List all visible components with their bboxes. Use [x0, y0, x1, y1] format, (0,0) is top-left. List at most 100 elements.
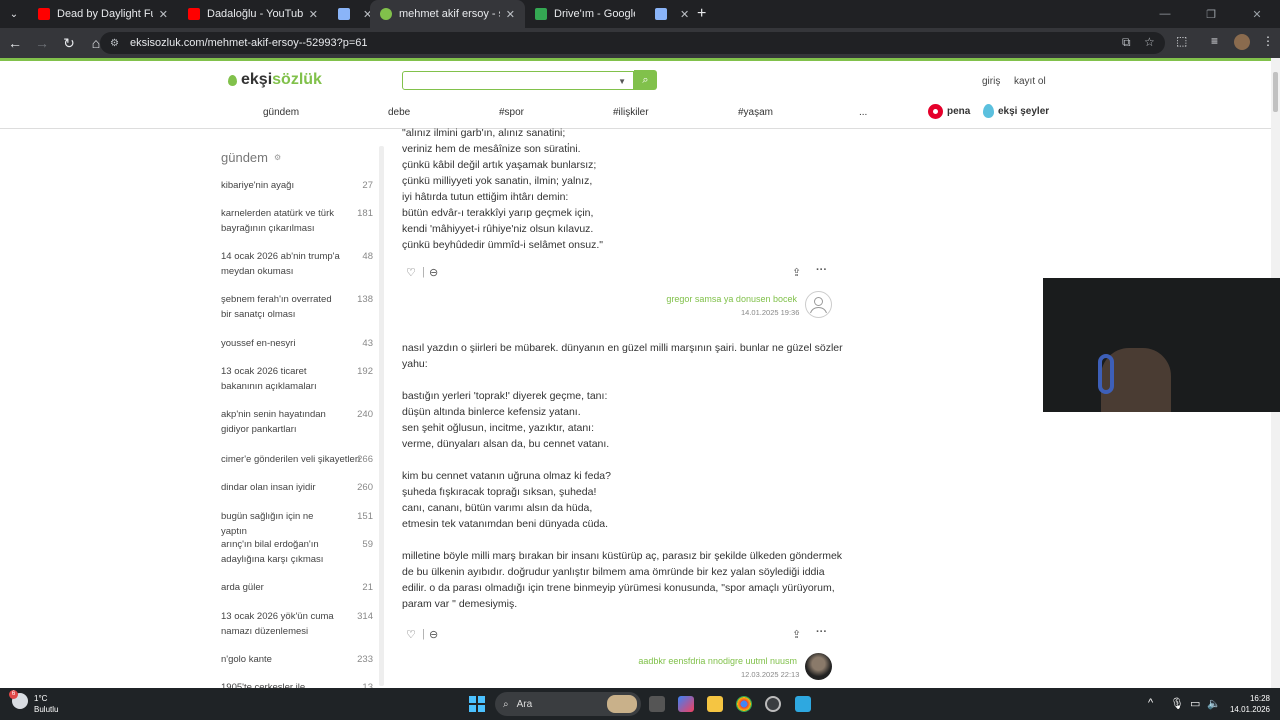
nav-spor[interactable]: #spor: [499, 107, 524, 118]
scrollbar-thumb[interactable]: [1273, 72, 1278, 112]
tab-pinned-1[interactable]: ✕: [328, 0, 372, 28]
sidebar-title: gündem: [221, 150, 268, 165]
notepad-icon[interactable]: [795, 696, 811, 712]
tab-dadaloglu[interactable]: Dadaloğlu - YouTube ✕: [178, 0, 328, 28]
extensions-icon[interactable]: ⬚: [1176, 34, 1187, 48]
topic-title: bugün sağlığın için ne yaptın: [221, 511, 314, 537]
sidebar-topic[interactable]: arda güler 21: [221, 580, 376, 595]
minimize-icon[interactable]: —: [1142, 0, 1188, 28]
taskbar-search[interactable]: ⌕ Ara: [495, 692, 641, 716]
search-highlight-image: [607, 695, 637, 713]
nav-more[interactable]: ...: [859, 107, 867, 118]
sidebar-topic[interactable]: youssef en-nesyri 43: [221, 336, 376, 351]
favorite-heart-icon[interactable]: ♡: [406, 628, 416, 641]
reload-icon[interactable]: ↻: [57, 35, 81, 52]
more-options-icon[interactable]: ···: [816, 264, 827, 276]
bookmark-star-icon[interactable]: ☆: [1144, 35, 1155, 49]
copilot-icon[interactable]: [678, 696, 694, 712]
back-arrow-icon[interactable]: ←: [3, 35, 27, 51]
close-icon[interactable]: ✕: [506, 8, 515, 21]
login-link[interactable]: giriş: [982, 76, 1000, 87]
sidebar-scrollbar[interactable]: [379, 146, 384, 686]
more-options-icon[interactable]: ···: [816, 626, 827, 638]
sidebar-topic[interactable]: arınç'ın bilal erdoğan'ın adaylığına kar…: [221, 537, 376, 567]
sidebar-topic[interactable]: şebnem ferah'ın overrated bir sanatçı ol…: [221, 292, 376, 322]
profile-avatar[interactable]: [1234, 34, 1250, 50]
url-text[interactable]: eksisozluk.com/mehmet-akif-ersoy--52993?…: [130, 37, 368, 49]
downvote-icon[interactable]: ⊖: [429, 628, 438, 641]
steam-icon[interactable]: [765, 696, 781, 712]
sidebar-topic[interactable]: 1905'te çerkesler ile samuraylarin 13: [221, 680, 376, 688]
nav-iliskiler[interactable]: #ilişkiler: [613, 107, 649, 118]
eksi-seyler-link[interactable]: ekşi şeyler: [983, 104, 1049, 118]
cloud-icon: 6: [9, 690, 28, 709]
site-info-icon[interactable]: ⚙: [110, 38, 124, 49]
sidebar-topic[interactable]: 13 ocak 2026 ticaret bakanının açıklamal…: [221, 364, 376, 394]
install-app-icon[interactable]: ⧉: [1122, 35, 1131, 50]
forward-arrow-icon[interactable]: →: [30, 35, 54, 51]
tab-eksisozluk[interactable]: mehmet akif ersoy - sayfa 61 - ✕: [370, 0, 525, 28]
sidebar-topic[interactable]: kibariye'nin ayağı 27: [221, 178, 376, 193]
new-tab-plus-icon[interactable]: +: [697, 5, 706, 23]
tray-overflow-icon[interactable]: ^: [1148, 697, 1153, 709]
chrome-icon[interactable]: [736, 696, 752, 712]
system-clock[interactable]: 16:28 14.01.2026: [1222, 693, 1270, 715]
signup-link[interactable]: kayıt ol: [1014, 76, 1046, 87]
microphone-icon[interactable]: 🎙: [1170, 697, 1184, 710]
site-logo[interactable]: ekşi sözlük: [228, 71, 322, 89]
sidebar-topic[interactable]: akp'nin senin hayatından gidiyor pankart…: [221, 407, 376, 437]
topic-title: 13 ocak 2026 ticaret bakanının açıklamal…: [221, 366, 317, 392]
author-avatar[interactable]: [805, 291, 832, 318]
sidebar-topic[interactable]: cimer'e gönderilen veli şikayetleri 266: [221, 452, 376, 467]
search-dropdown-icon[interactable]: ▼: [618, 77, 626, 86]
nav-debe[interactable]: debe: [388, 107, 410, 118]
sidebar-topic[interactable]: dindar olan insan iyidir 260: [221, 480, 376, 495]
entry-date[interactable]: 14.01.2025 19:36: [741, 308, 799, 317]
browser-menu-icon[interactable]: ⋮: [1262, 34, 1274, 48]
share-icon[interactable]: ⇪: [792, 266, 801, 279]
weather-widget[interactable]: 6 1°C Bulutlu: [9, 690, 58, 715]
topic-count: 48: [362, 251, 373, 262]
close-icon[interactable]: ✕: [309, 8, 318, 21]
tab-drive[interactable]: Drive'ım - Google Drive: [525, 0, 645, 28]
file-explorer-icon[interactable]: [707, 696, 723, 712]
share-icon[interactable]: ⇪: [792, 628, 801, 641]
close-icon[interactable]: ✕: [680, 8, 689, 21]
tab-dbd[interactable]: Dead by Daylight Funny Rando ✕: [28, 0, 178, 28]
search-button[interactable]: ⌕: [634, 70, 657, 90]
reading-list-icon[interactable]: ≡: [1211, 34, 1218, 48]
entry-author[interactable]: gregor samsa ya donusen bocek: [666, 294, 797, 304]
windows-start-icon[interactable]: [469, 696, 485, 712]
task-view-icon[interactable]: [649, 696, 665, 712]
sidebar-topic[interactable]: n'golo kante 233: [221, 652, 376, 667]
sidebar-topic[interactable]: bugün sağlığın için ne yaptın 151: [221, 509, 376, 539]
entry-author[interactable]: aadbkr eensfdria nnodigre uutml nuusm: [638, 656, 797, 666]
sidebar-topic[interactable]: 13 ocak 2026 yök'ün cuma namazı düzenlem…: [221, 609, 376, 639]
search-input[interactable]: ▼: [402, 71, 634, 90]
pena-icon: [928, 104, 943, 119]
author-avatar[interactable]: [805, 653, 832, 680]
sidebar-topic[interactable]: karnelerden atatürk ve türk bayrağının ç…: [221, 206, 376, 236]
network-icon[interactable]: ▭: [1190, 697, 1200, 710]
address-bar[interactable]: ⚙ eksisozluk.com/mehmet-akif-ersoy--5299…: [100, 32, 1165, 54]
tab-search-chevron-icon[interactable]: ⌄: [0, 0, 28, 28]
tab-pinned-2[interactable]: ✕: [645, 0, 689, 28]
volume-icon[interactable]: 🔈: [1207, 697, 1221, 710]
window-close-icon[interactable]: ✕: [1234, 0, 1280, 28]
topic-title: n'golo kante: [221, 654, 272, 665]
nav-yasam[interactable]: #yaşam: [738, 107, 773, 118]
sidebar-topic[interactable]: 14 ocak 2026 ab'nin trump'a meydan okuma…: [221, 249, 376, 279]
downvote-icon[interactable]: ⊖: [429, 266, 438, 279]
maximize-icon[interactable]: ❐: [1188, 0, 1234, 28]
clock-date: 14.01.2026: [1229, 705, 1270, 714]
topic-count: 314: [357, 611, 373, 622]
gear-icon[interactable]: ⚙: [274, 153, 281, 162]
favorite-heart-icon[interactable]: ♡: [406, 266, 416, 279]
close-icon[interactable]: ✕: [159, 8, 168, 21]
entry-date[interactable]: 12.03.2025 22:13: [741, 670, 799, 679]
topic-count: 43: [362, 338, 373, 349]
entry-line: iyi hâtırda tutun ettiğim ihtârı demin:: [402, 191, 569, 203]
entry-line: verme, dünyaları alsan da, bu cennet vat…: [402, 438, 610, 450]
pena-link[interactable]: pena: [928, 104, 970, 119]
nav-gundem[interactable]: gündem: [263, 107, 299, 118]
